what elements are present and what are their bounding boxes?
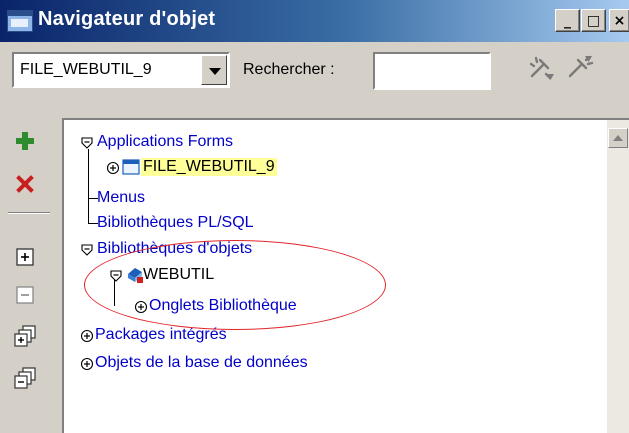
toolbar: FILE_WEBUTIL_9 Rechercher : — [0, 42, 629, 110]
search-label: Rechercher : — [243, 61, 335, 78]
expand-all-icon[interactable] — [12, 324, 38, 350]
module-select[interactable]: FILE_WEBUTIL_9 — [12, 52, 230, 88]
tree-node-label: WEBUTIL — [143, 266, 215, 283]
side-toolbar — [4, 118, 54, 430]
flashlight-find-previous-icon[interactable] — [528, 54, 556, 82]
object-navigator-window: Navigateur d'objet _ □ × FILE_WEBUTIL_9 … — [0, 0, 629, 433]
expand-icon[interactable] — [12, 244, 38, 270]
flashlight-find-next-icon[interactable] — [566, 54, 594, 82]
maximize-button[interactable]: □ — [581, 9, 606, 32]
title-bar[interactable]: Navigateur d'objet _ □ × — [0, 0, 629, 42]
form-module-icon — [122, 159, 140, 175]
collapse-node-icon[interactable] — [80, 136, 94, 150]
expand-node-icon[interactable] — [106, 161, 120, 175]
chevron-down-icon[interactable] — [201, 55, 227, 85]
tree-node-label: Onglets Bibliothèque — [149, 297, 297, 314]
expand-node-icon[interactable] — [80, 329, 94, 343]
collapse-all-icon[interactable] — [12, 366, 38, 392]
collapse-node-icon[interactable] — [80, 243, 94, 257]
app-window-icon — [7, 10, 33, 32]
vertical-scrollbar[interactable] — [607, 120, 629, 433]
create-plus-icon[interactable] — [12, 128, 38, 154]
close-button[interactable]: × — [609, 9, 629, 32]
tree-node-label: Menus — [97, 189, 146, 206]
tree-node-label: Bibliothèques PL/SQL — [97, 214, 254, 231]
window-title: Navigateur d'objet — [38, 8, 216, 30]
tree-node-label: Packages intégrés — [95, 326, 227, 343]
search-input[interactable] — [373, 52, 491, 90]
tree-node-label: Applications Forms — [97, 133, 234, 150]
tree-node-label: FILE_WEBUTIL_9 — [141, 158, 277, 176]
expand-node-icon[interactable] — [134, 300, 148, 314]
toolbar-divider — [8, 212, 50, 214]
collapse-icon[interactable] — [12, 282, 38, 308]
minimize-button[interactable]: _ — [555, 9, 580, 32]
tree-node-label: Objets de la base de données — [95, 354, 308, 371]
module-select-value: FILE_WEBUTIL_9 — [20, 61, 152, 78]
expand-node-icon[interactable] — [80, 357, 94, 371]
delete-x-icon[interactable] — [12, 170, 38, 196]
scroll-up-arrow-icon[interactable] — [608, 128, 628, 148]
object-library-icon — [128, 268, 143, 283]
collapse-node-icon[interactable] — [109, 269, 123, 283]
tree-node-label: Bibliothèques d'objets — [97, 240, 253, 257]
tree-line — [88, 149, 89, 224]
